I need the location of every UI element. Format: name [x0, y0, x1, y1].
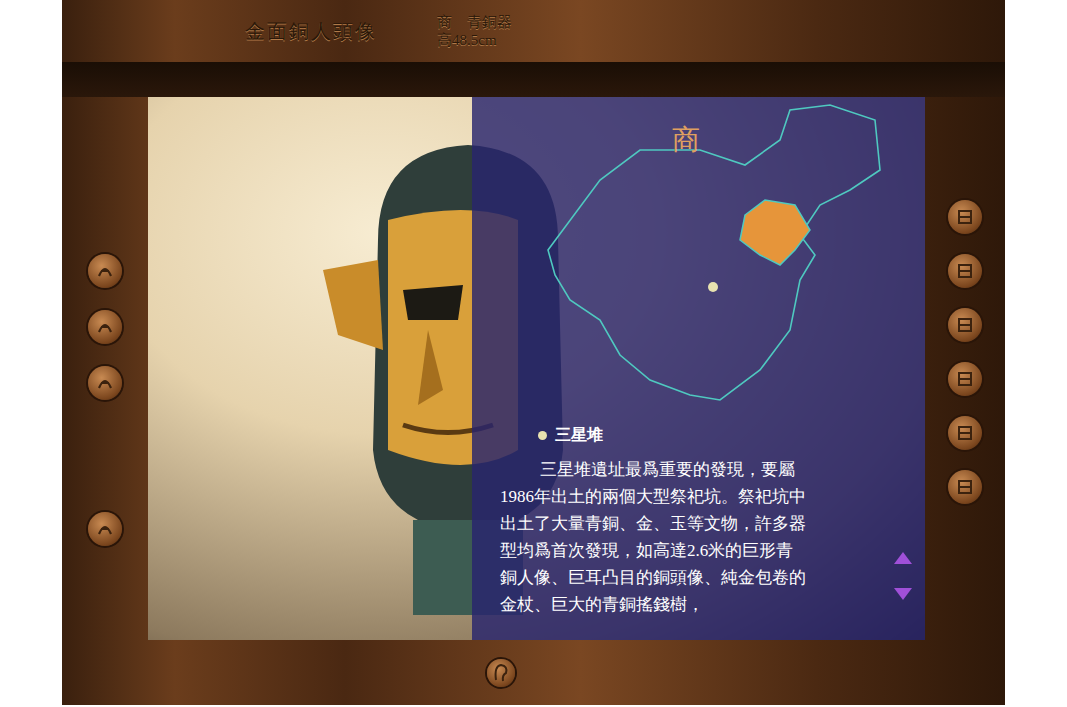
page: 金面銅人頭像 商 青銅器高48.5cm 商三星堆三星堆遺址最爲重要的發現，要屬198… [0, 0, 1067, 707]
artifact-height: 高48.5cm [437, 31, 512, 49]
shang-region [740, 200, 810, 265]
dynasty-label: 商 [672, 124, 700, 155]
left-rail [62, 97, 148, 640]
ear-icon[interactable] [487, 659, 515, 687]
left-nav-4-icon[interactable] [88, 512, 122, 546]
right-nav-1-icon[interactable] [948, 200, 982, 234]
scroll-down-icon[interactable] [894, 588, 912, 600]
artifact-period: 商 青銅器 [437, 13, 512, 31]
paragraph-line: 金杖、巨大的青銅搖錢樹， [500, 591, 915, 618]
right-nav-5-icon[interactable] [948, 416, 982, 450]
artifact-meta: 商 青銅器高48.5cm [437, 13, 512, 49]
bottom-bar [62, 640, 1005, 705]
right-nav-4-icon[interactable] [948, 362, 982, 396]
header: 金面銅人頭像 商 青銅器高48.5cm [62, 0, 1005, 62]
site-dot-icon [538, 431, 547, 440]
right-nav-2-icon[interactable] [948, 254, 982, 288]
left-nav-3-icon[interactable] [88, 366, 122, 400]
site-heading: 三星堆 [500, 425, 915, 446]
scroll-up-icon[interactable] [894, 552, 912, 564]
main-area: 商三星堆三星堆遺址最爲重要的發現，要屬1986年出土的兩個大型祭祀坑。祭祀坑中出… [62, 62, 1005, 640]
scroll-buttons [894, 552, 912, 600]
paragraph-line: 銅人像、巨耳凸目的銅頭像、純金包卷的 [500, 564, 915, 591]
right-rail [925, 97, 1005, 640]
info-panel: 商三星堆三星堆遺址最爲重要的發現，要屬1986年出土的兩個大型祭祀坑。祭祀坑中出… [472, 97, 925, 640]
china-map: 商 [472, 97, 925, 417]
site-text: 三星堆三星堆遺址最爲重要的發現，要屬1986年出土的兩個大型祭祀坑。祭祀坑中出土… [472, 417, 925, 618]
content-view: 商三星堆三星堆遺址最爲重要的發現，要屬1986年出土的兩個大型祭祀坑。祭祀坑中出… [148, 97, 925, 640]
left-nav-1-icon[interactable] [88, 254, 122, 288]
artifact-title: 金面銅人頭像 [245, 18, 377, 45]
site-name: 三星堆 [555, 425, 603, 446]
left-nav-2-icon[interactable] [88, 310, 122, 344]
paragraph-line: 型均爲首次發現，如高達2.6米的巨形青 [500, 537, 915, 564]
wood-frame: 金面銅人頭像 商 青銅器高48.5cm 商三星堆三星堆遺址最爲重要的發現，要屬198… [62, 0, 1005, 705]
paragraph-line: 1986年出土的兩個大型祭祀坑。祭祀坑中 [500, 483, 915, 510]
right-nav-6-icon[interactable] [948, 470, 982, 504]
paragraph-line: 三星堆遺址最爲重要的發現，要屬 [500, 456, 915, 483]
china-outline [548, 105, 880, 400]
right-nav-3-icon[interactable] [948, 308, 982, 342]
paragraph-line: 出土了大量青銅、金、玉等文物，許多器 [500, 510, 915, 537]
site-marker[interactable] [708, 282, 718, 292]
